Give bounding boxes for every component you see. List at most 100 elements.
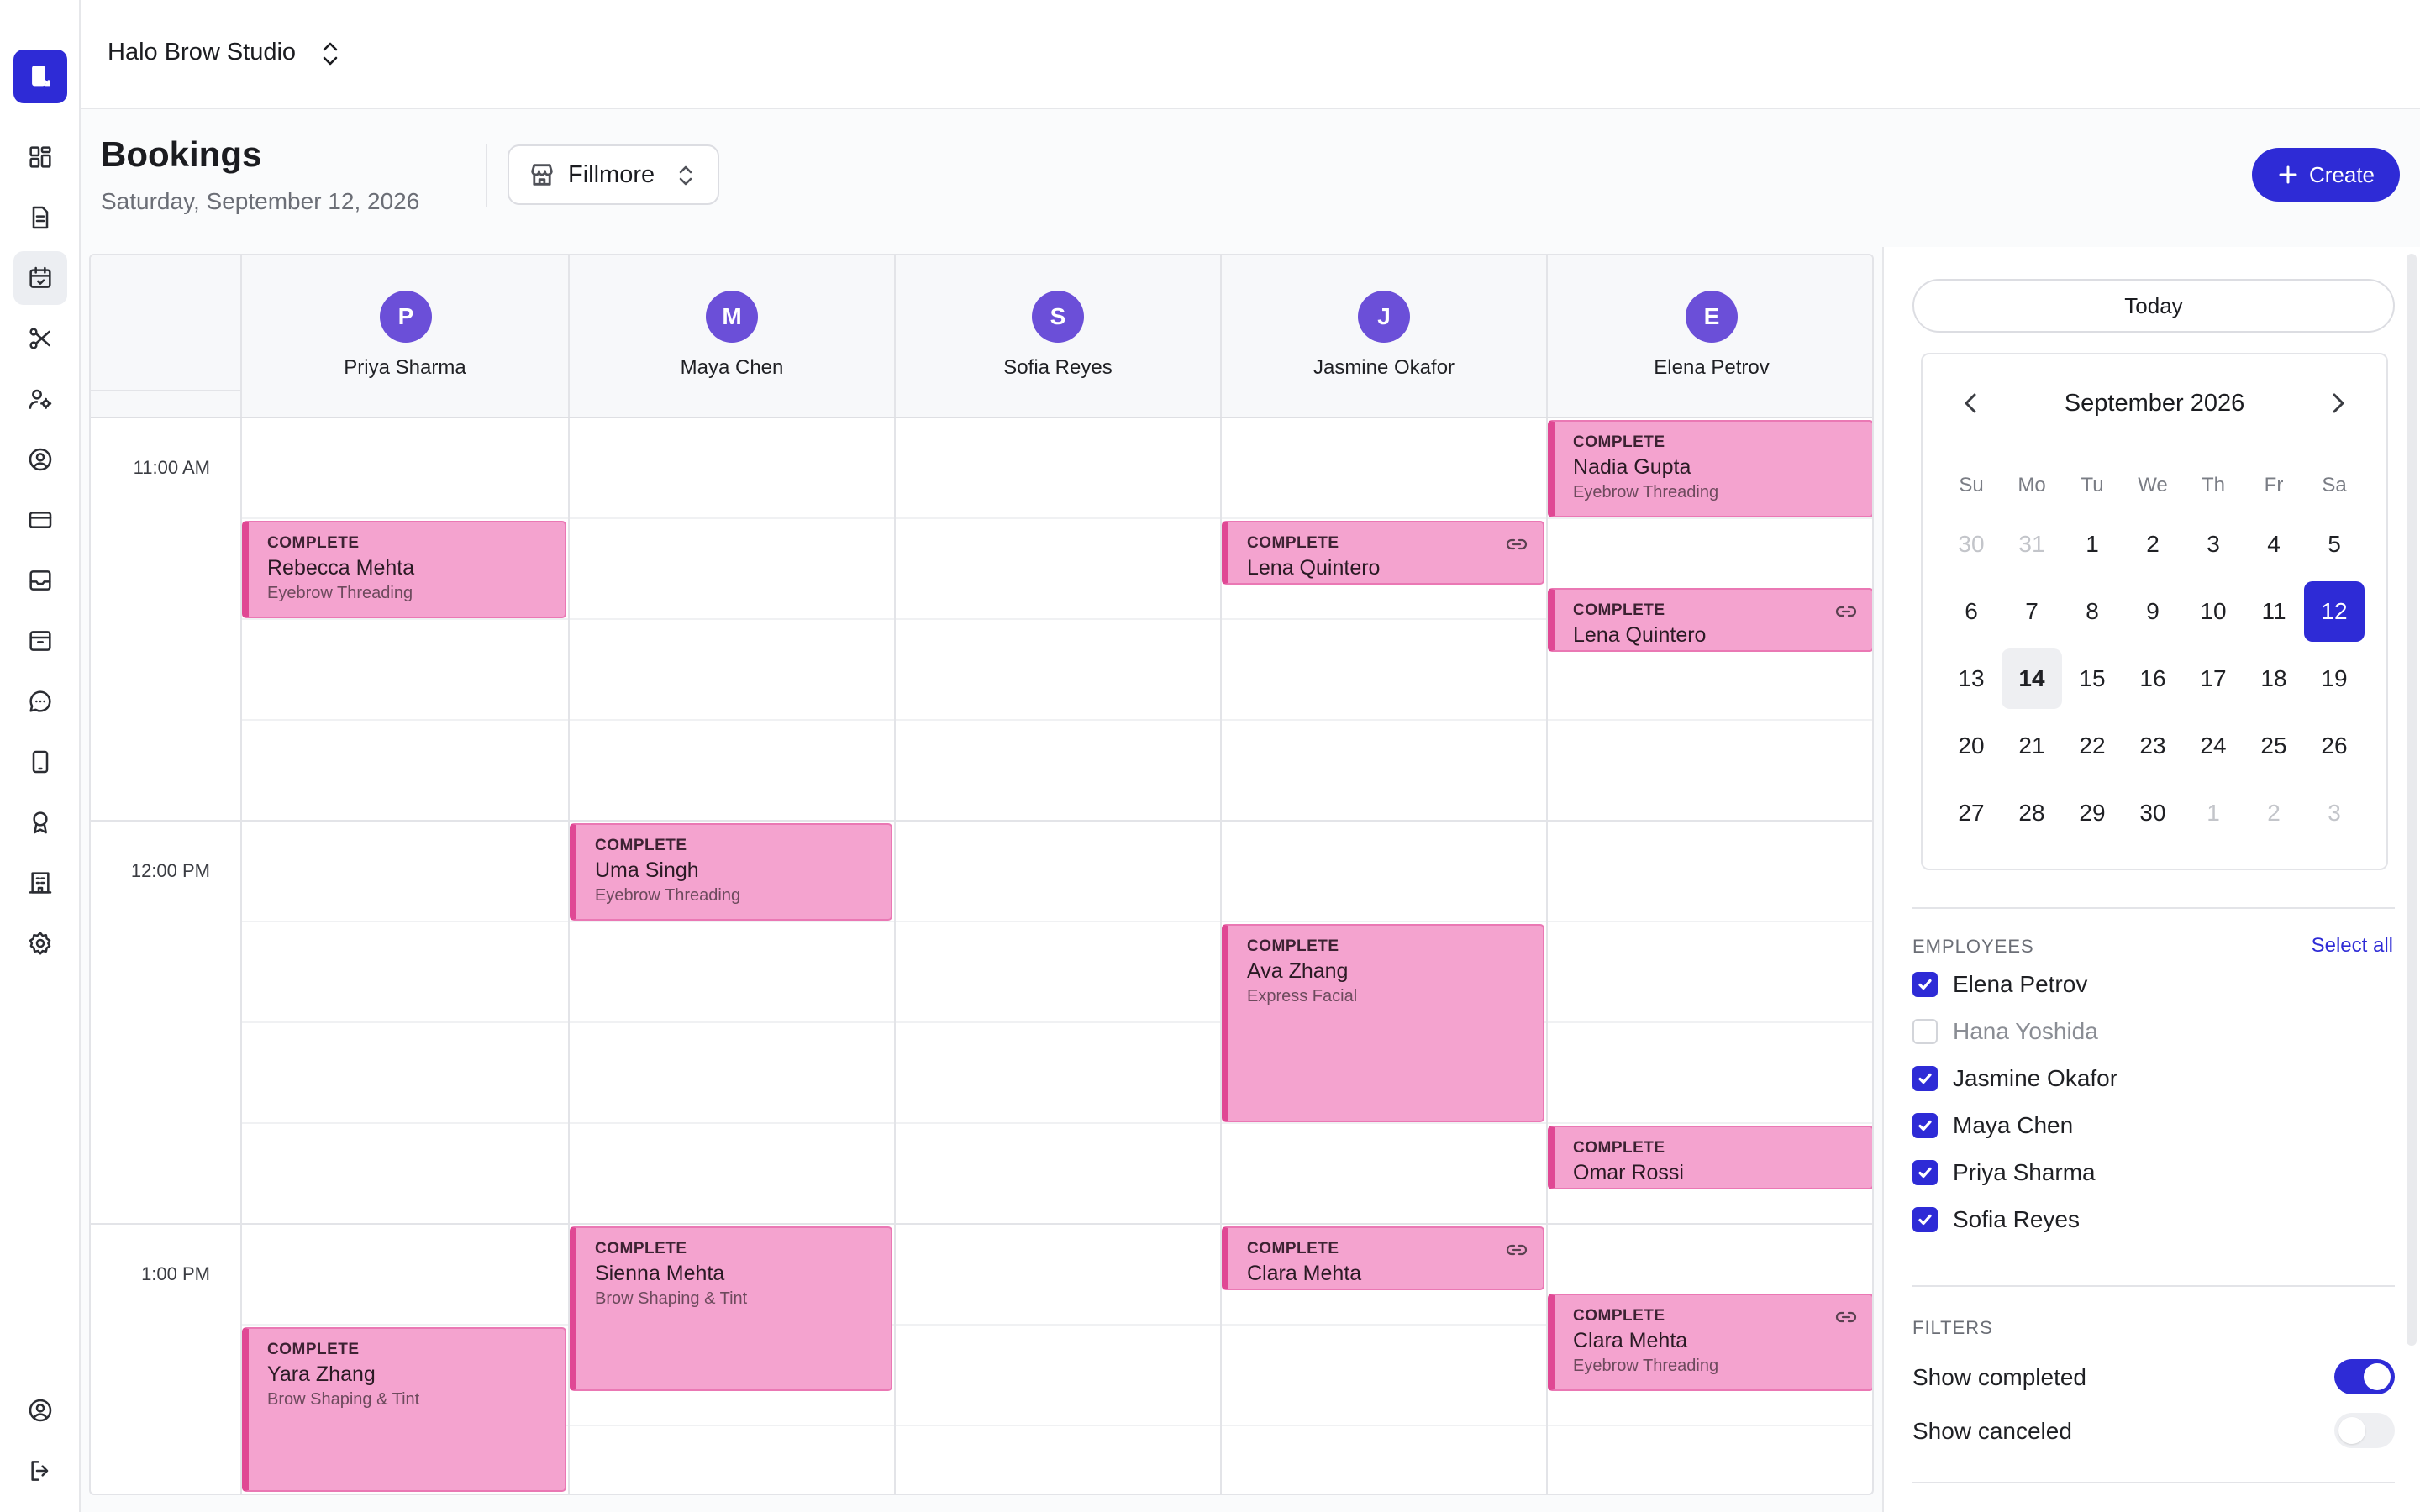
booking-card[interactable]: COMPLETE Nadia Gupta Eyebrow Threading bbox=[1548, 420, 1872, 517]
today-button[interactable]: Today bbox=[1912, 279, 2395, 333]
day-cell[interactable]: 4 bbox=[2244, 514, 2304, 575]
scissors-icon[interactable] bbox=[13, 312, 67, 365]
day-cell[interactable]: 18 bbox=[2244, 648, 2304, 709]
booking-card[interactable]: COMPLETE Clara Mehta Eyebrow Threading bbox=[1548, 1294, 1872, 1391]
award-icon[interactable] bbox=[13, 795, 67, 849]
show-completed-toggle[interactable] bbox=[2334, 1359, 2395, 1394]
employee-filter-item[interactable]: Elena Petrov bbox=[1912, 968, 2087, 1001]
day-cell[interactable]: 27 bbox=[1941, 783, 2002, 843]
inbox-icon[interactable] bbox=[13, 554, 67, 607]
booking-card[interactable]: COMPLETE Rebecca Mehta Eyebrow Threading bbox=[242, 521, 566, 618]
weekday-label: We bbox=[2138, 474, 2168, 496]
checkbox[interactable] bbox=[1912, 1113, 1938, 1138]
create-label: Create bbox=[2308, 161, 2375, 187]
booking-status: COMPLETE bbox=[1247, 1240, 1339, 1257]
chevron-right-icon[interactable] bbox=[2321, 386, 2354, 420]
day-cell[interactable]: 8 bbox=[2062, 581, 2123, 642]
day-cell[interactable]: 6 bbox=[1941, 581, 2002, 642]
settings-icon[interactable] bbox=[13, 916, 67, 970]
select-all-link[interactable]: Select all bbox=[2312, 934, 2393, 958]
credit-card-icon[interactable] bbox=[13, 493, 67, 547]
day-cell[interactable]: 2 bbox=[2244, 783, 2304, 843]
employee-filter-item[interactable]: Priya Sharma bbox=[1912, 1156, 2096, 1189]
chevron-up-down-icon[interactable] bbox=[318, 39, 343, 69]
day-cell[interactable]: 25 bbox=[2244, 716, 2304, 776]
filter-show-completed: Show completed bbox=[1912, 1359, 2395, 1396]
employee-filter-item[interactable]: Maya Chen bbox=[1912, 1109, 2073, 1142]
checkbox[interactable] bbox=[1912, 1160, 1938, 1185]
archive-icon[interactable] bbox=[13, 614, 67, 668]
link-icon bbox=[1506, 536, 1528, 553]
day-cell[interactable]: 17 bbox=[2183, 648, 2244, 709]
day-cell[interactable]: 20 bbox=[1941, 716, 2002, 776]
checkbox[interactable] bbox=[1912, 1207, 1938, 1232]
booking-card[interactable]: COMPLETE Uma Singh Eyebrow Threading bbox=[570, 823, 892, 921]
user-gear-icon[interactable] bbox=[13, 372, 67, 426]
day-cell[interactable]: 21 bbox=[2002, 716, 2062, 776]
day-cell[interactable]: 1 bbox=[2183, 783, 2244, 843]
day-calendar: P Priya Sharma M Maya Chen S Sofia Reyes… bbox=[89, 254, 1874, 1495]
day-cell[interactable]: 11 bbox=[2244, 581, 2304, 642]
document-icon[interactable] bbox=[13, 191, 67, 244]
day-cell[interactable]: 12 bbox=[2304, 581, 2365, 642]
day-cell[interactable]: 28 bbox=[2002, 783, 2062, 843]
account-icon[interactable] bbox=[13, 1383, 67, 1437]
studio-switcher[interactable]: Halo Brow Studio bbox=[108, 39, 296, 66]
filter-label: Show canceled bbox=[1912, 1418, 2072, 1444]
day-cell[interactable]: 9 bbox=[2123, 581, 2183, 642]
location-select[interactable]: Fillmore bbox=[508, 144, 719, 205]
divider bbox=[1912, 1482, 2395, 1483]
create-button[interactable]: Create bbox=[2252, 148, 2400, 202]
booking-card[interactable]: COMPLETE Ava Zhang Express Facial bbox=[1222, 924, 1544, 1122]
calendar-icon[interactable] bbox=[13, 251, 67, 305]
dashboard-icon[interactable] bbox=[13, 130, 67, 184]
day-cell[interactable]: 3 bbox=[2183, 514, 2244, 575]
weekday-label: Th bbox=[2201, 474, 2225, 496]
day-cell[interactable]: 29 bbox=[2062, 783, 2123, 843]
booking-service: Eyebrow Threading bbox=[1573, 483, 1719, 501]
day-cell[interactable]: 23 bbox=[2123, 716, 2183, 776]
day-cell[interactable]: 15 bbox=[2062, 648, 2123, 709]
employee-column-header: S Sofia Reyes bbox=[894, 255, 1220, 417]
day-cell[interactable]: 13 bbox=[1941, 648, 2002, 709]
chat-icon[interactable] bbox=[13, 675, 67, 728]
day-cell[interactable]: 14 bbox=[2002, 648, 2062, 709]
employee-filter-item[interactable]: Jasmine Okafor bbox=[1912, 1062, 2118, 1095]
day-cell[interactable]: 7 bbox=[2002, 581, 2062, 642]
day-cell[interactable]: 5 bbox=[2304, 514, 2365, 575]
checkbox[interactable] bbox=[1912, 972, 1938, 997]
booking-card[interactable]: COMPLETE Omar Rossi bbox=[1548, 1126, 1872, 1189]
booking-service: Eyebrow Threading bbox=[1573, 1357, 1719, 1375]
user-circle-icon[interactable] bbox=[13, 433, 67, 486]
day-cell[interactable]: 26 bbox=[2304, 716, 2365, 776]
employee-filter-item[interactable]: Sofia Reyes bbox=[1912, 1203, 2080, 1236]
day-cell[interactable]: 3 bbox=[2304, 783, 2365, 843]
day-cell[interactable]: 22 bbox=[2062, 716, 2123, 776]
booking-card[interactable]: COMPLETE Yara Zhang Brow Shaping & Tint bbox=[242, 1327, 566, 1492]
day-cell[interactable]: 1 bbox=[2062, 514, 2123, 575]
logout-icon[interactable] bbox=[13, 1444, 67, 1498]
booking-card[interactable]: COMPLETE Clara Mehta bbox=[1222, 1226, 1544, 1290]
booking-card[interactable]: COMPLETE Sienna Mehta Brow Shaping & Tin… bbox=[570, 1226, 892, 1391]
employee-column-header: E Elena Petrov bbox=[1546, 255, 1872, 417]
day-cell[interactable]: 2 bbox=[2123, 514, 2183, 575]
booking-card[interactable]: COMPLETE Lena Quintero bbox=[1222, 521, 1544, 585]
employee-filter-item[interactable]: Hana Yoshida bbox=[1912, 1015, 2098, 1048]
day-cell[interactable]: 31 bbox=[2002, 514, 2062, 575]
day-cell[interactable]: 30 bbox=[2123, 783, 2183, 843]
checkbox[interactable] bbox=[1912, 1019, 1938, 1044]
building-icon[interactable] bbox=[13, 856, 67, 910]
day-cell[interactable]: 19 bbox=[2304, 648, 2365, 709]
day-cell[interactable]: 30 bbox=[1941, 514, 2002, 575]
booking-card[interactable]: COMPLETE Lena Quintero bbox=[1548, 588, 1872, 652]
day-cell[interactable]: 24 bbox=[2183, 716, 2244, 776]
weekday-label: Su bbox=[1959, 474, 1984, 496]
day-cell[interactable]: 16 bbox=[2123, 648, 2183, 709]
day-cell[interactable]: 10 bbox=[2183, 581, 2244, 642]
booking-status: COMPLETE bbox=[1247, 937, 1339, 955]
logo-icon[interactable] bbox=[13, 50, 67, 103]
scrollbar[interactable] bbox=[2407, 254, 2417, 1346]
tablet-icon[interactable] bbox=[13, 735, 67, 789]
checkbox[interactable] bbox=[1912, 1066, 1938, 1091]
show-canceled-toggle[interactable] bbox=[2334, 1413, 2395, 1448]
